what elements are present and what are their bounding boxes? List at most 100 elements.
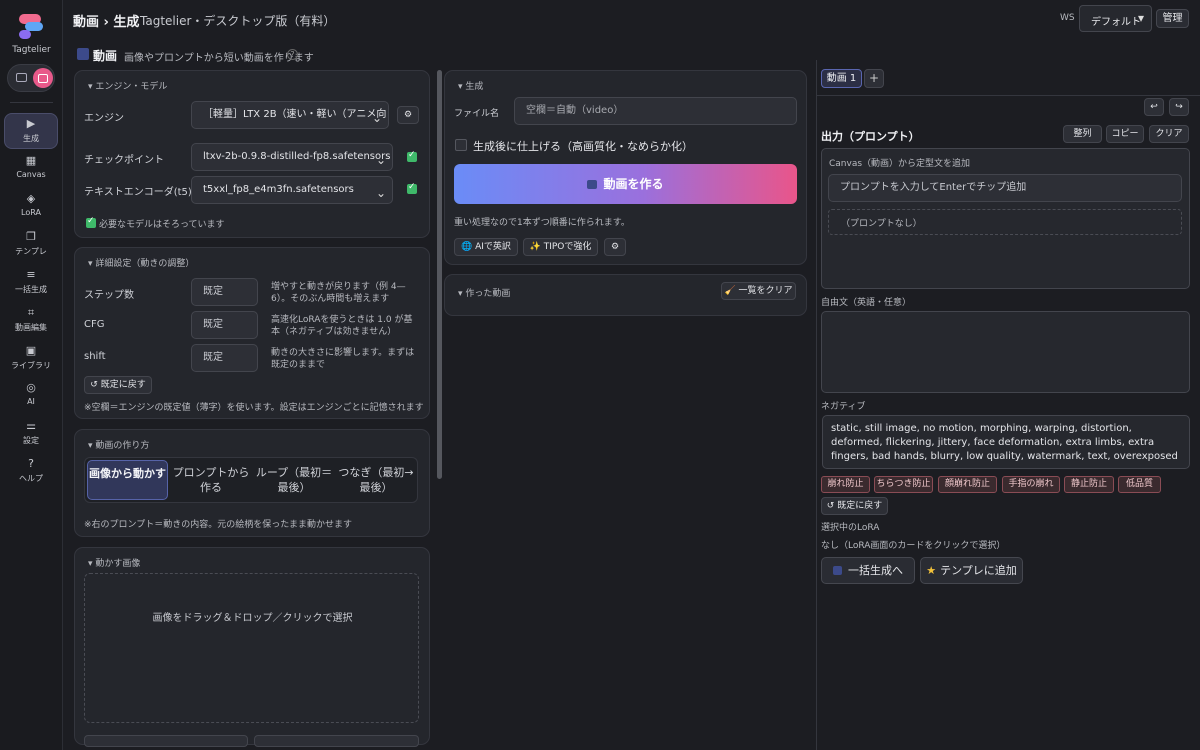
crop-icon: ⌗ bbox=[27, 306, 35, 319]
shift-label: shift bbox=[84, 351, 106, 362]
chip-icon: ◎ bbox=[26, 381, 36, 394]
free-text-label: 自由文（英語・任意） bbox=[821, 298, 912, 308]
brand-name: Tagtelier bbox=[12, 45, 51, 55]
checkpoint-ok-check bbox=[407, 150, 417, 162]
left-column-scrollbar[interactable] bbox=[437, 70, 442, 479]
sidebar-item-label: テンプレ bbox=[15, 247, 47, 256]
free-text-input[interactable] bbox=[821, 311, 1190, 393]
shift-input[interactable]: 既定 bbox=[191, 344, 258, 372]
copy-button[interactable]: コピー bbox=[1106, 125, 1144, 143]
checkpoint-label: チェックポイント bbox=[84, 155, 164, 166]
panel-title[interactable]: エンジン・モデル bbox=[88, 79, 167, 92]
engine-label: エンジン bbox=[84, 113, 124, 124]
image-mode-icon[interactable] bbox=[16, 73, 27, 82]
undo-button[interactable]: ↩ bbox=[1144, 98, 1164, 116]
filename-input[interactable]: 空欄＝自動（video） bbox=[514, 97, 797, 125]
mode-loop[interactable]: ループ（最初＝最後） bbox=[254, 460, 334, 500]
layers-icon: ◈ bbox=[26, 192, 36, 205]
page-title: 動画 bbox=[93, 49, 118, 63]
reset-defaults-button[interactable]: ↺ 既定に戻す bbox=[84, 376, 152, 394]
sidebar-item-label: LoRA bbox=[21, 208, 41, 217]
sidebar-item-template[interactable]: ❐ テンプレ bbox=[4, 227, 58, 263]
sort-button[interactable]: 整列 bbox=[1063, 125, 1102, 143]
cfg-input[interactable]: 既定 bbox=[191, 311, 258, 339]
negative-chip[interactable]: 顔崩れ防止 bbox=[938, 476, 997, 493]
workspace-select[interactable]: デフォルト bbox=[1079, 5, 1152, 32]
sidebar-item-generate[interactable]: ▶ 生成 bbox=[4, 113, 58, 149]
lora-label: 選択中のLoRA bbox=[821, 523, 880, 533]
negative-input[interactable]: static, still image, no motion, morphing… bbox=[822, 415, 1190, 469]
sidebar-item-help[interactable]: ? ヘルプ bbox=[4, 454, 58, 490]
workspace-label: WS bbox=[1060, 13, 1075, 23]
app-root: Tagtelier ▶ 生成 ▦ Canvas ◈ LoRA ❐ テンプレ ≡ … bbox=[0, 0, 1200, 750]
sidebar-item-settings[interactable]: ⚌ 設定 bbox=[4, 416, 58, 452]
negative-label: ネガティブ bbox=[821, 402, 866, 412]
add-template-label: テンプレに追加 bbox=[940, 564, 1017, 577]
image-dropzone[interactable]: 画像をドラッグ＆ドロップ／クリックで選択 bbox=[84, 573, 419, 723]
sidebar-item-lora[interactable]: ◈ LoRA bbox=[4, 189, 58, 225]
mode-bridge[interactable]: つなぎ（最初→最後） bbox=[337, 460, 415, 500]
panel-title[interactable]: 動画の作り方 bbox=[88, 438, 149, 451]
clear-button[interactable]: クリア bbox=[1149, 125, 1189, 143]
gear-icon: ⚙ bbox=[610, 242, 620, 252]
tipo-enhance-button[interactable]: ✨ TIPOで強化 bbox=[523, 238, 598, 256]
clapperboard-icon bbox=[77, 48, 89, 60]
generate-video-button[interactable]: 動画を作る bbox=[454, 164, 797, 204]
finish-checkbox[interactable] bbox=[455, 139, 467, 151]
ai-translate-button[interactable]: 🌐 AIで英訳 bbox=[454, 238, 518, 256]
help-icon[interactable]: ? bbox=[287, 49, 298, 60]
sidebar-item-video-edit[interactable]: ⌗ 動画編集 bbox=[4, 303, 58, 339]
negative-chip[interactable]: 静止防止 bbox=[1064, 476, 1114, 493]
clear-list-button[interactable]: 🧹 一覧をクリア bbox=[721, 282, 796, 300]
sidebar-item-batch[interactable]: ≡ 一括生成 bbox=[4, 265, 58, 301]
negative-chip[interactable]: ちらつき防止 bbox=[874, 476, 933, 493]
mode-prompt-to-video[interactable]: プロンプトから作る bbox=[171, 460, 251, 500]
filename-label: ファイル名 bbox=[454, 109, 500, 119]
video-mode-icon[interactable] bbox=[33, 68, 53, 88]
sidebar-item-ai[interactable]: ◎ AI bbox=[4, 378, 58, 414]
checkpoint-select[interactable]: ltxv-2b-0.9.8-distilled-fp8.safetensors bbox=[191, 143, 393, 171]
image-action-button-2[interactable] bbox=[254, 735, 419, 747]
star-icon: ★ bbox=[926, 564, 937, 577]
sidebar-item-label: 生成 bbox=[23, 134, 39, 143]
generate-label: 動画を作る bbox=[603, 177, 664, 191]
sidebar: Tagtelier ▶ 生成 ▦ Canvas ◈ LoRA ❐ テンプレ ≡ … bbox=[0, 0, 63, 750]
panel-title[interactable]: 詳細設定（動きの調整） bbox=[88, 256, 194, 269]
engine-settings-button[interactable]: ⚙ bbox=[397, 106, 419, 124]
generate-settings-button[interactable]: ⚙ bbox=[604, 238, 626, 256]
panel-title[interactable]: 動かす画像 bbox=[88, 556, 140, 569]
negative-chip[interactable]: 手指の崩れ bbox=[1002, 476, 1060, 493]
sidebar-item-label: ライブラリ bbox=[11, 361, 51, 370]
panel-title[interactable]: 生成 bbox=[458, 79, 483, 92]
mode-image-to-video[interactable]: 画像から動かす bbox=[87, 460, 168, 500]
negative-reset-button[interactable]: ↺ 既定に戻す bbox=[821, 497, 888, 515]
add-template-button[interactable]: ★ テンプレに追加 bbox=[920, 557, 1023, 584]
batch-generate-button[interactable]: 一括生成へ bbox=[821, 557, 915, 584]
sidebar-item-label: 動画編集 bbox=[15, 323, 47, 332]
canvas-label: Canvas（動画）から定型文を追加 bbox=[829, 159, 971, 169]
clear-list-label: 一覧をクリア bbox=[738, 286, 793, 296]
panel-title[interactable]: 作った動画 bbox=[458, 286, 510, 299]
lora-value: なし（LoRA画面のカードをクリックで選択） bbox=[821, 541, 1006, 551]
negative-chip[interactable]: 低品質 bbox=[1118, 476, 1161, 493]
add-tab-button[interactable]: + bbox=[864, 69, 884, 88]
topbar: 動画 › 生成 Tagtelier・デスクトップ版（有料） WS デフォルト 管… bbox=[63, 0, 1200, 38]
breadcrumb: 動画 › 生成 bbox=[73, 15, 140, 30]
sidebar-item-label: 設定 bbox=[23, 436, 39, 445]
sidebar-item-library[interactable]: ▣ ライブラリ bbox=[4, 341, 58, 377]
negative-chip[interactable]: 崩れ防止 bbox=[821, 476, 870, 493]
sidebar-item-canvas[interactable]: ▦ Canvas bbox=[4, 151, 58, 187]
media-mode-toggle[interactable] bbox=[7, 64, 55, 92]
chip-input[interactable]: プロンプトを入力してEnterでチップ追加 bbox=[828, 174, 1182, 202]
right-divider bbox=[817, 95, 1200, 96]
steps-input[interactable]: 既定 bbox=[191, 278, 258, 306]
engine-select[interactable]: ［軽量］LTX 2B（速い・軽い（アニメ向 bbox=[191, 101, 389, 129]
models-ok-text: 必要なモデルはそろっています bbox=[99, 220, 225, 230]
image-action-button-1[interactable] bbox=[84, 735, 248, 747]
encoder-select[interactable]: t5xxl_fp8_e4m3fn.safetensors bbox=[191, 176, 393, 204]
help-icon: ? bbox=[28, 457, 34, 470]
generate-note: 重い処理なので1本ずつ順番に作られます。 bbox=[454, 218, 630, 228]
tab-video-1[interactable]: 動画 1 bbox=[821, 69, 862, 88]
redo-button[interactable]: ↪ bbox=[1169, 98, 1189, 116]
admin-button[interactable]: 管理 bbox=[1156, 9, 1189, 28]
